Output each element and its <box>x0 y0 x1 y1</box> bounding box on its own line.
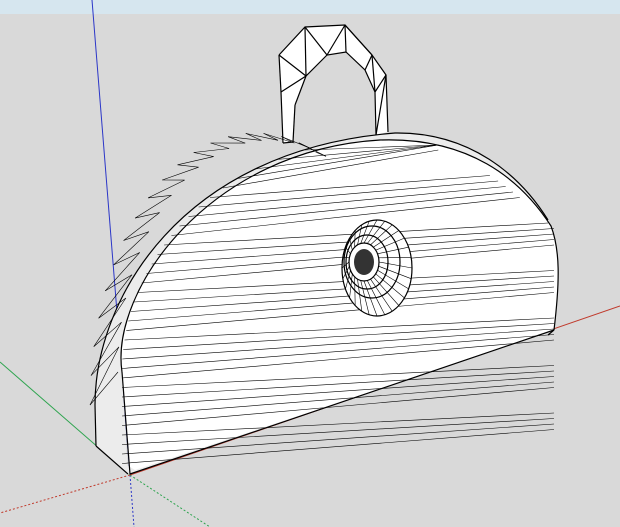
half-disc-body[interactable] <box>89 132 559 475</box>
rim-facet-edge <box>263 133 279 141</box>
rim-facet-diagonal <box>134 195 172 219</box>
rim-facet-edge <box>210 142 230 149</box>
circular-hole-icon[interactable] <box>341 219 413 317</box>
rim-facet-diagonal <box>162 166 199 181</box>
rim-facet-edge <box>123 231 149 241</box>
model-scene[interactable] <box>0 0 620 527</box>
rim-facet-edge <box>177 164 199 168</box>
green-axis-dotted <box>129 474 211 527</box>
blue-axis-dotted <box>129 474 135 527</box>
rim-facet-diagonal <box>147 179 185 199</box>
rim-facet-edge <box>113 252 140 266</box>
rim-facet-diagonal <box>193 148 230 153</box>
modeling-viewport[interactable] <box>0 0 620 527</box>
rim-facet-diagonal <box>113 231 150 266</box>
rim-facet-diagonal <box>177 156 214 166</box>
hanging-loop-icon[interactable] <box>278 24 389 144</box>
red-axis-dotted <box>0 474 131 514</box>
rim-facet-edge <box>193 152 214 157</box>
